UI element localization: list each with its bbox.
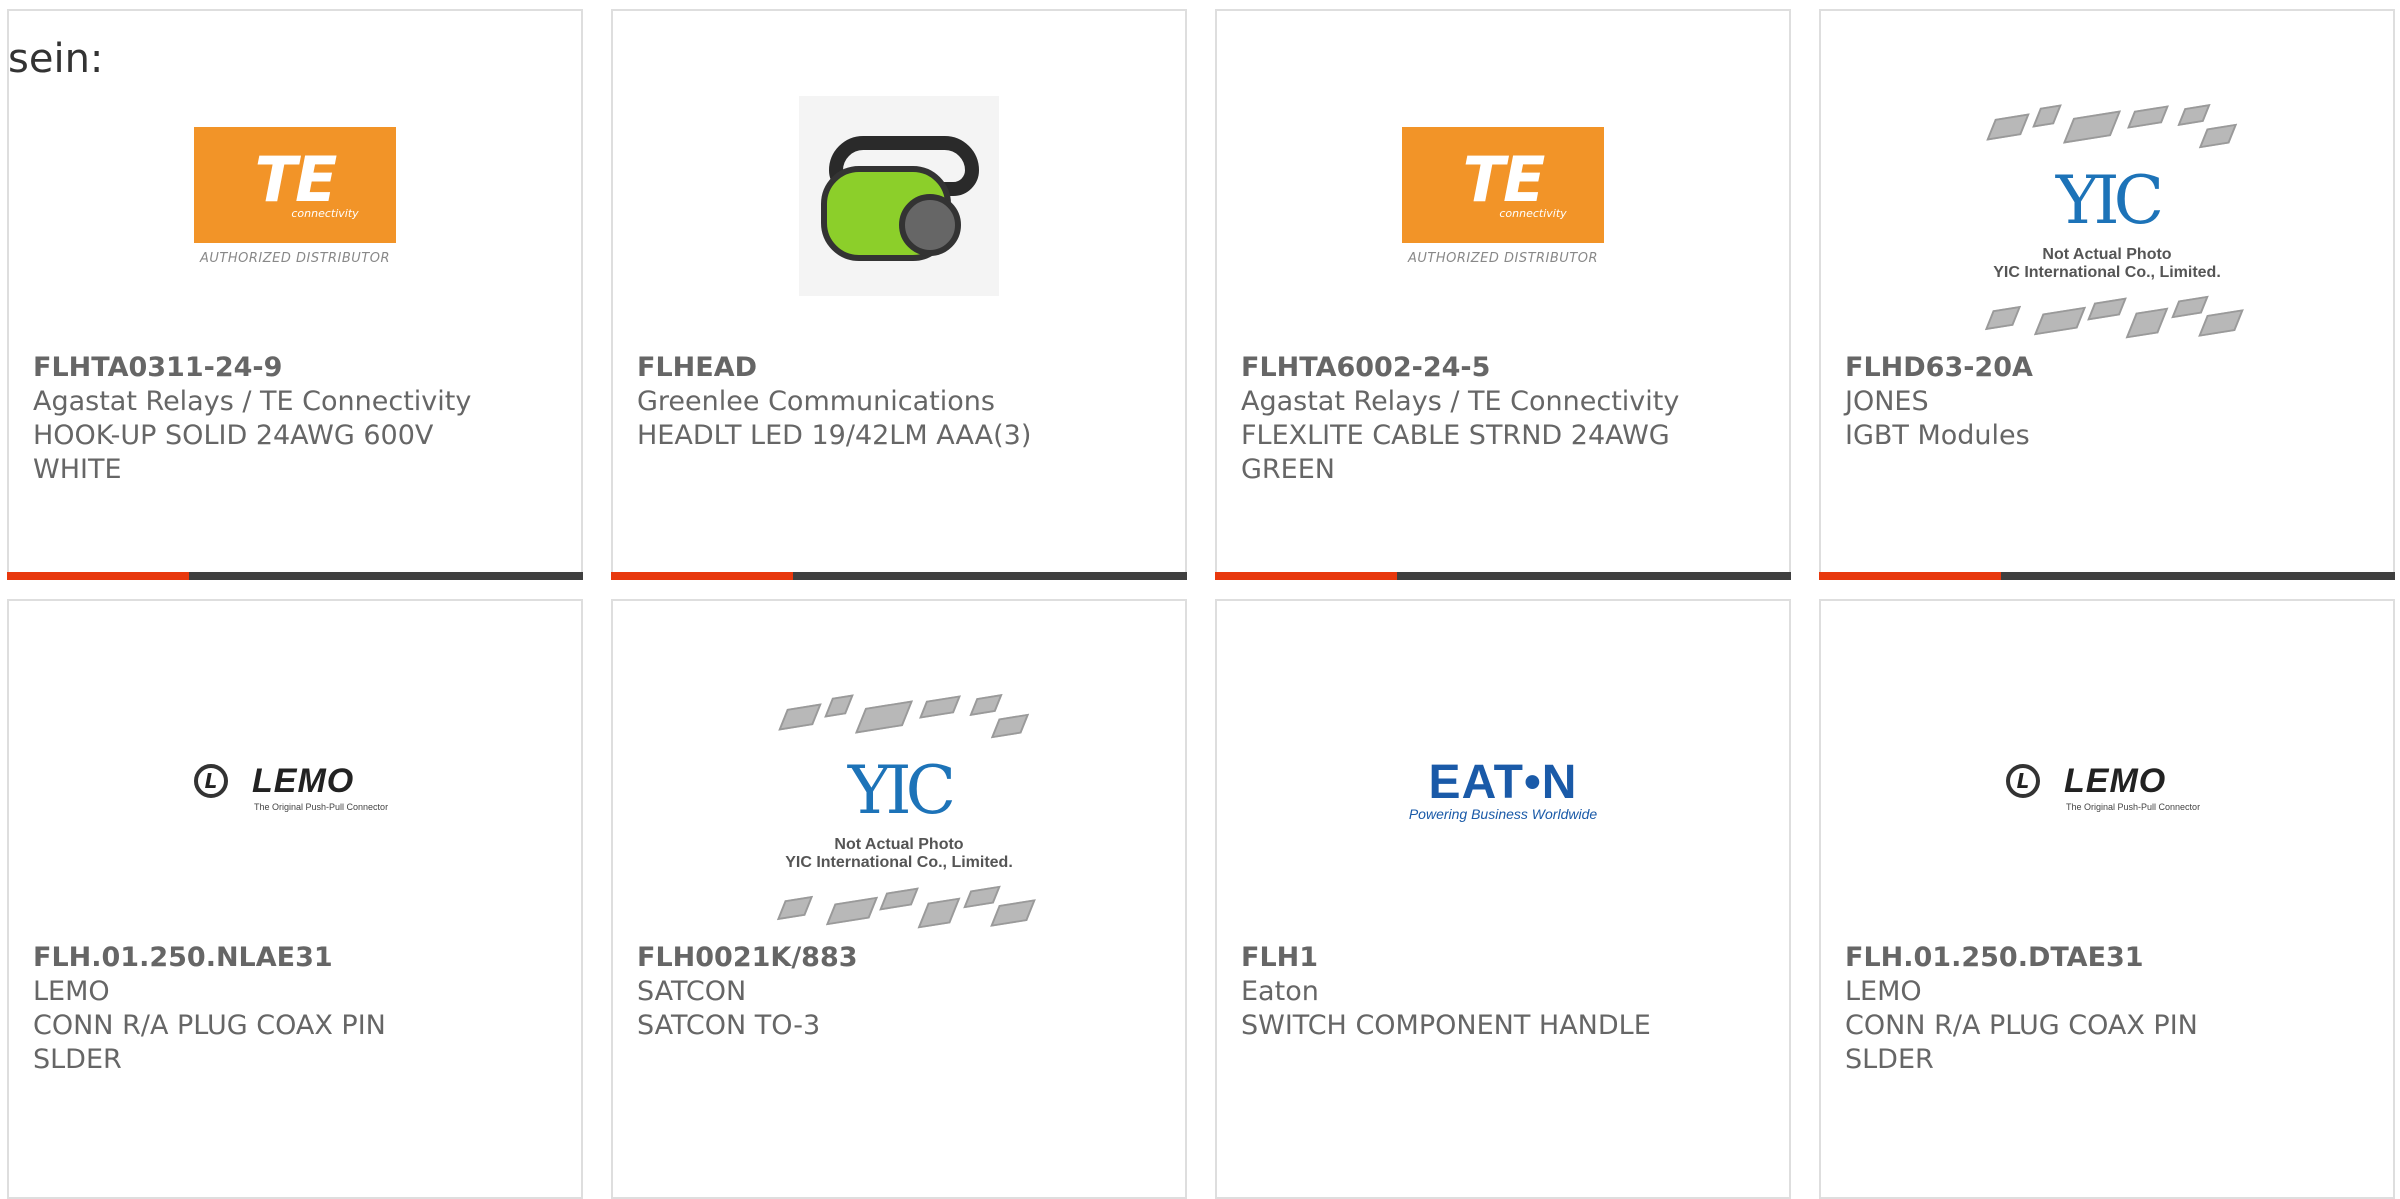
part-number[interactable]: FLHTA0311-24-9 — [33, 351, 557, 385]
product-card[interactable]: L LEMO The Original Push-Pull Connector … — [7, 599, 583, 1199]
description: FLEXLITE CABLE STRND 24AWG — [1241, 420, 1670, 451]
description: HOOK-UP SOLID 24AWG 600V — [33, 420, 434, 451]
lemo-logo: L LEMO The Original Push-Pull Connector — [190, 760, 400, 820]
product-card[interactable]: EAT•N Powering Business Worldwide FLH1 E… — [1215, 599, 1791, 1199]
product-card[interactable]: YIC Not Actual Photo YIC International C… — [1819, 9, 2395, 580]
part-number[interactable]: FLH.01.250.NLAE31 — [33, 941, 557, 975]
te-connectivity-logo: TE connectivity AUTHORIZED DISTRIBUTOR — [1402, 126, 1604, 266]
headlamp-photo — [799, 96, 999, 296]
description: IGBT Modules — [1845, 420, 2030, 451]
card-bar — [1215, 572, 1791, 580]
description: HEADLT LED 19/42LM AAA(3) — [637, 420, 1032, 451]
product-card[interactable]: YIC Not Actual Photo YIC International C… — [611, 599, 1187, 1199]
product-card[interactable]: TE connectivity AUTHORIZED DISTRIBUTOR FL… — [7, 9, 583, 580]
yic-placeholder-image: YIC Not Actual Photo YIC International C… — [1972, 96, 2244, 346]
card-bar — [1819, 572, 2395, 580]
description: WHITE — [33, 454, 122, 485]
description: SLDER — [33, 1044, 122, 1075]
manufacturer: SATCON — [637, 976, 747, 1007]
manufacturer: LEMO — [1845, 976, 1922, 1007]
product-image[interactable]: TE connectivity AUTHORIZED DISTRIBUTOR — [1217, 71, 1789, 321]
part-number[interactable]: FLH0021K/883 — [637, 941, 1161, 975]
product-card[interactable]: FLHEAD Greenlee Communications HEADLT LE… — [611, 9, 1187, 580]
description: CONN R/A PLUG COAX PIN — [1845, 1010, 2198, 1041]
product-image[interactable]: TE connectivity AUTHORIZED DISTRIBUTOR — [9, 71, 581, 321]
yic-placeholder-image: YIC Not Actual Photo YIC International C… — [764, 686, 1036, 936]
part-number[interactable]: FLHD63-20A — [1845, 351, 2369, 385]
manufacturer: Greenlee Communications — [637, 386, 995, 417]
card-bar — [7, 572, 583, 580]
manufacturer: Agastat Relays / TE Connectivity — [33, 386, 472, 417]
product-image[interactable]: YIC Not Actual Photo YIC International C… — [1821, 96, 2393, 346]
part-number[interactable]: FLH.01.250.DTAE31 — [1845, 941, 2369, 975]
product-card[interactable]: L LEMO The Original Push-Pull Connector … — [1819, 599, 2395, 1199]
part-number[interactable]: FLHEAD — [637, 351, 1161, 385]
product-image[interactable]: L LEMO The Original Push-Pull Connector — [1821, 665, 2393, 915]
manufacturer: Eaton — [1241, 976, 1319, 1007]
te-connectivity-logo: TE connectivity AUTHORIZED DISTRIBUTOR — [194, 126, 396, 266]
manufacturer: Agastat Relays / TE Connectivity — [1241, 386, 1680, 417]
description: GREEN — [1241, 454, 1335, 485]
product-image[interactable]: EAT•N Powering Business Worldwide — [1217, 665, 1789, 915]
part-number[interactable]: FLHTA6002-24-5 — [1241, 351, 1765, 385]
manufacturer: LEMO — [33, 976, 110, 1007]
product-image[interactable]: L LEMO The Original Push-Pull Connector — [9, 665, 581, 915]
product-image[interactable]: YIC Not Actual Photo YIC International C… — [613, 686, 1185, 936]
description: SLDER — [1845, 1044, 1934, 1075]
card-bar — [611, 572, 1187, 580]
manufacturer: JONES — [1845, 386, 1929, 417]
product-card[interactable]: TE connectivity AUTHORIZED DISTRIBUTOR FL… — [1215, 9, 1791, 580]
description: SWITCH COMPONENT HANDLE — [1241, 1010, 1651, 1041]
product-image[interactable] — [613, 71, 1185, 321]
eaton-logo: EAT•N Powering Business Worldwide — [1408, 756, 1598, 823]
description: CONN R/A PLUG COAX PIN — [33, 1010, 386, 1041]
lemo-logo: L LEMO The Original Push-Pull Connector — [2002, 760, 2212, 820]
intro-text: sein: — [8, 36, 104, 82]
description: SATCON TO-3 — [637, 1010, 821, 1041]
part-number[interactable]: FLH1 — [1241, 941, 1765, 975]
